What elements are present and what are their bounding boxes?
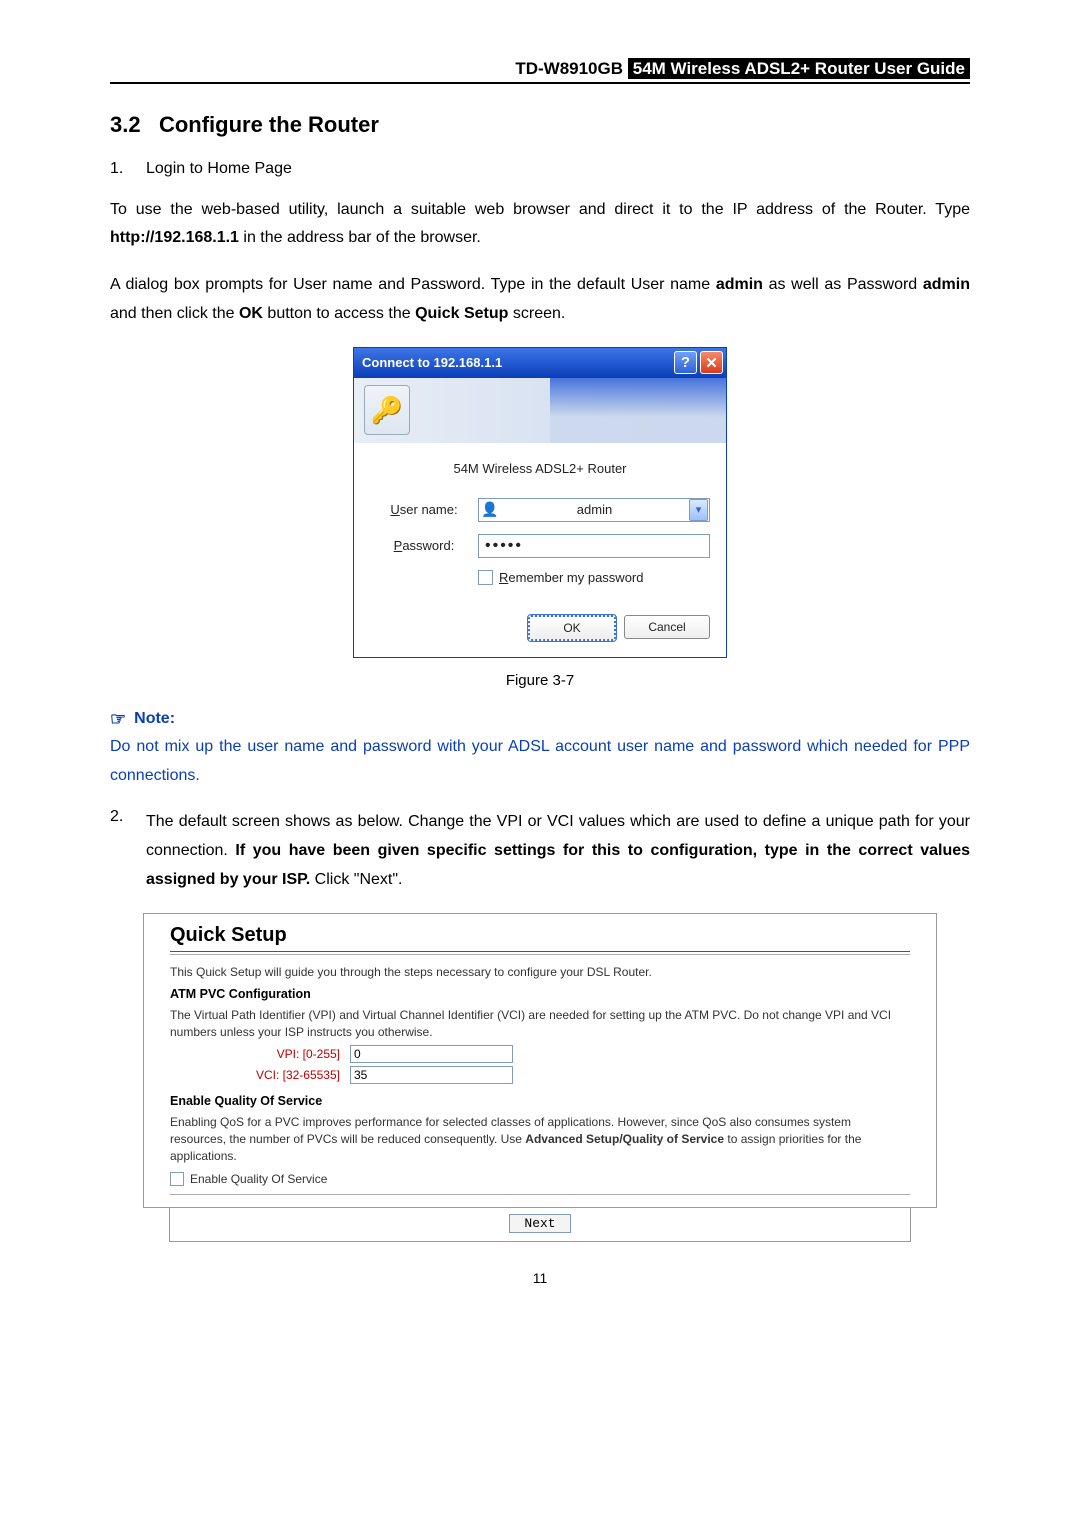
note-body: Do not mix up the user name and password… [110,733,970,791]
quick-setup-title: Quick Setup [170,924,910,947]
page-header: TD-W8910GB 54M Wireless ADSL2+ Router Us… [110,60,970,84]
header-title: 54M Wireless ADSL2+ Router User Guide [628,58,970,79]
step-2: 2. The default screen shows as below. Ch… [110,808,970,894]
user-icon: 👤 [479,501,501,518]
close-icon[interactable]: ✕ [700,351,723,374]
vpi-input[interactable]: 0 [350,1045,513,1063]
chevron-down-icon[interactable]: ▾ [689,499,708,521]
ok-button[interactable]: OK [528,615,616,641]
vpi-label: VPI: [0-255] [170,1047,350,1061]
section-heading: 3.2 Configure the Router [110,112,970,138]
pointing-hand-icon: ☞ [110,709,126,730]
vci-label: VCI: [32-65535] [170,1068,350,1082]
keys-icon: 🔑 [364,385,410,435]
dialog-titlebar: Connect to 192.168.1.1 ? ✕ [354,348,726,378]
qos-checkbox[interactable]: Enable Quality Of Service [170,1172,910,1186]
help-icon[interactable]: ? [674,351,697,374]
dialog-title: Connect to 192.168.1.1 [362,355,502,370]
qos-heading: Enable Quality Of Service [170,1094,910,1108]
header-model: TD-W8910GB [515,59,623,78]
page-number: 11 [110,1270,970,1286]
note-heading: ☞ Note: [110,709,970,730]
dialog-banner: 🔑 [354,378,726,443]
username-field[interactable]: 👤 admin ▾ [478,498,710,522]
atm-pvc-heading: ATM PVC Configuration [170,987,910,1001]
remember-checkbox[interactable]: Remember my password [478,570,710,585]
login-dialog: Connect to 192.168.1.1 ? ✕ 🔑 54M Wireles… [353,347,727,658]
step-1: 1. Login to Home Page [110,160,970,178]
qos-desc: Enabling QoS for a PVC improves performa… [170,1114,910,1166]
paragraph-login-intro: To use the web-based utility, launch a s… [110,196,970,254]
quick-setup-intro: This Quick Setup will guide you through … [170,965,910,979]
cancel-button[interactable]: Cancel [624,615,710,639]
atm-pvc-desc: The Virtual Path Identifier (VPI) and Vi… [170,1007,910,1042]
paragraph-credentials: A dialog box prompts for User name and P… [110,271,970,329]
vci-input[interactable]: 35 [350,1066,513,1084]
username-label: User name: [370,502,478,517]
quick-setup-panel: Quick Setup This Quick Setup will guide … [143,913,937,1208]
realm-label: 54M Wireless ADSL2+ Router [370,461,710,476]
password-label: Password: [370,538,478,553]
figure-caption: Figure 3-7 [110,672,970,689]
next-button[interactable]: Next [509,1214,570,1233]
password-field[interactable]: ••••• [478,534,710,558]
